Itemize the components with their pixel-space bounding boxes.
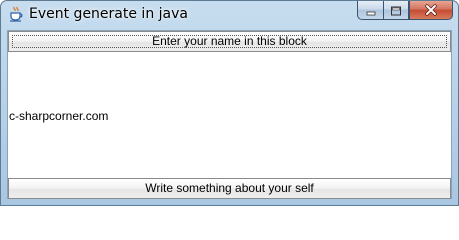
minimize-icon [365,1,377,20]
about-yourself-button[interactable]: Write something about your self [8,178,451,199]
about-yourself-button-label: Write something about your self [145,181,314,195]
minimize-button[interactable] [357,1,383,20]
close-icon [424,1,438,20]
name-block-button[interactable]: Enter your name in this block [8,31,451,52]
app-window: Event generate in java Enter your name i… [0,0,459,206]
close-button[interactable] [409,1,453,20]
center-area: c-sharpcorner.com [8,52,451,178]
caption-buttons [357,1,453,21]
window-title: Event generate in java [29,6,188,22]
content-pane: Enter your name in this block c-sharpcor… [7,30,452,199]
java-cup-icon [8,6,24,22]
maximize-button[interactable] [383,1,409,20]
maximize-icon [390,1,402,20]
center-label: c-sharpcorner.com [9,109,109,123]
title-bar[interactable]: Event generate in java [1,1,458,29]
name-block-button-label: Enter your name in this block [152,34,307,48]
